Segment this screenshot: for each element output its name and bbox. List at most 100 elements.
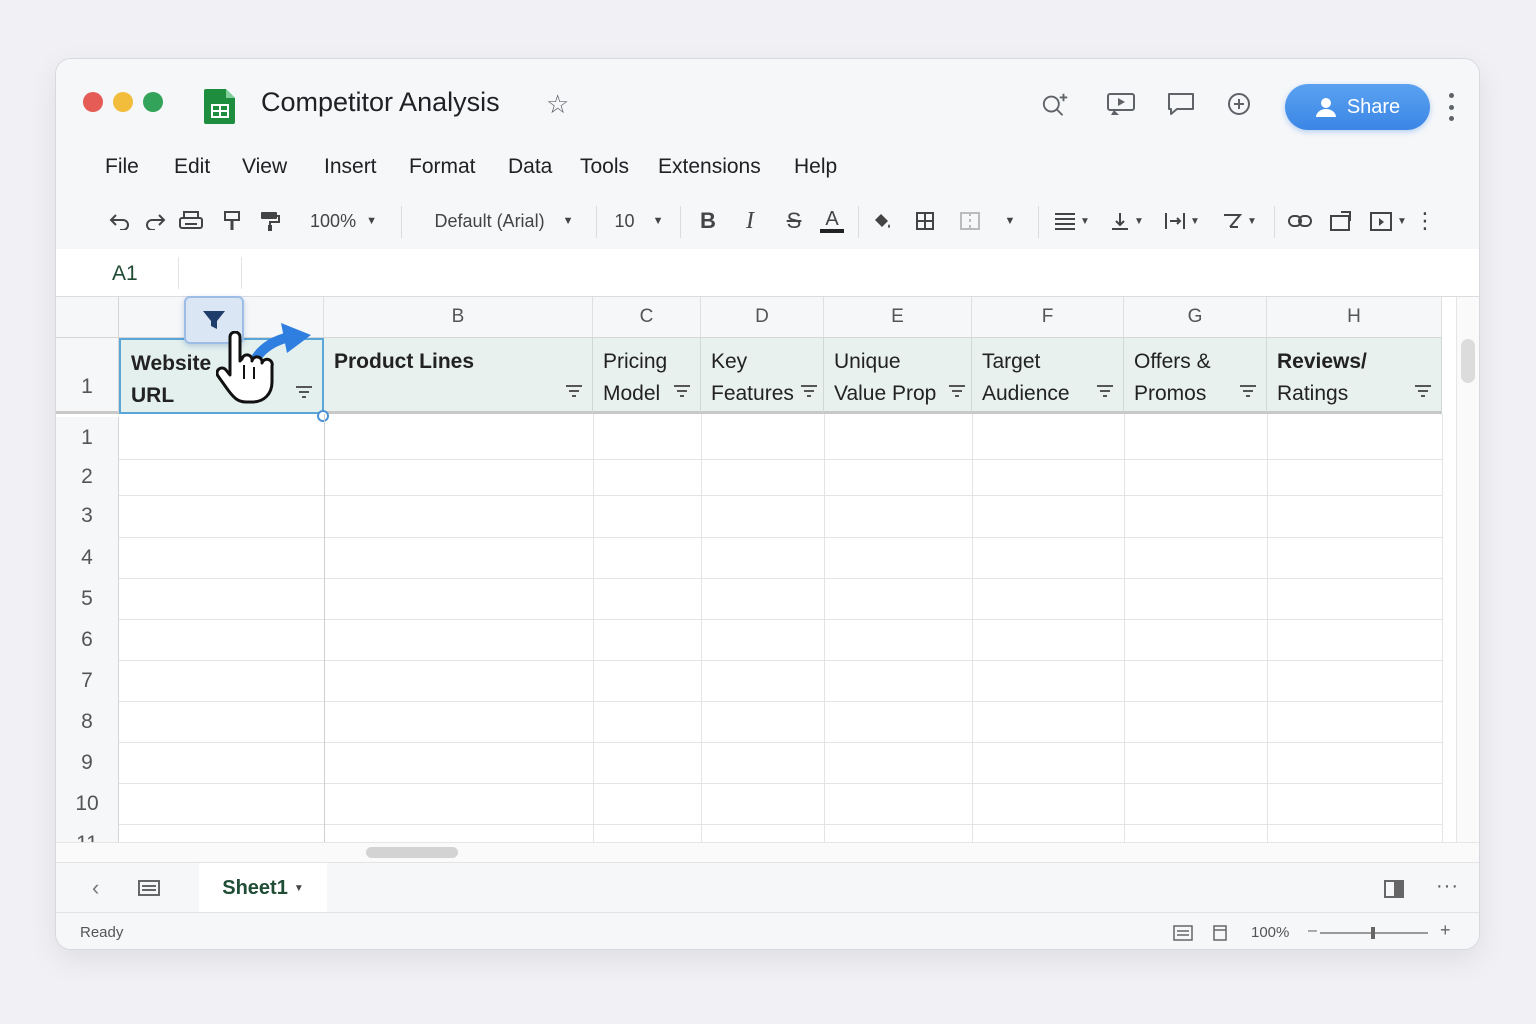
menu-extensions[interactable]: Extensions (658, 155, 761, 179)
header-cell-pricing-model[interactable]: Pricing Model (593, 338, 701, 414)
filter-icon[interactable] (672, 383, 692, 399)
more-options-icon[interactable]: ··· (1436, 875, 1459, 898)
comment-icon[interactable] (1166, 89, 1196, 119)
column-header-d[interactable]: D (701, 297, 824, 338)
font-family-select[interactable]: Default (Arial) ▼ (424, 206, 584, 236)
menu-file[interactable]: File (105, 155, 139, 179)
text-color-icon[interactable]: A (818, 206, 846, 236)
menu-bar: File Edit View Insert Format Data Tools … (56, 139, 1479, 194)
star-icon[interactable]: ☆ (546, 91, 569, 117)
document-title[interactable]: Competitor Analysis (261, 87, 500, 118)
vertical-scroll-thumb[interactable] (1461, 339, 1475, 383)
normal-view-icon[interactable] (1173, 925, 1193, 941)
row-header-header[interactable]: 1 (56, 338, 119, 414)
column-header-g[interactable]: G (1124, 297, 1267, 338)
more-toolbar-icon[interactable]: ⋮ (1414, 206, 1436, 236)
chevron-down-icon[interactable]: ▼ (1001, 206, 1019, 236)
row-header-8[interactable]: 8 (56, 701, 119, 742)
all-sheets-icon[interactable] (138, 880, 160, 896)
filter-icon[interactable] (799, 383, 819, 399)
name-box[interactable]: A1 (112, 262, 138, 286)
row-header-9[interactable]: 9 (56, 742, 119, 783)
menu-insert[interactable]: Insert (324, 155, 377, 179)
text-rotation-icon[interactable]: ▼ (1218, 206, 1260, 236)
grid-line (119, 459, 1442, 460)
format-roller-icon[interactable] (256, 206, 284, 236)
vertical-align-icon[interactable]: ▼ (1106, 206, 1148, 236)
search-icon[interactable] (1041, 89, 1071, 119)
text-wrap-icon[interactable]: ▼ (1161, 206, 1203, 236)
font-size-value: 10 (614, 210, 635, 231)
menu-help[interactable]: Help (794, 155, 837, 179)
row-header-6[interactable]: 6 (56, 619, 119, 660)
select-all-corner[interactable] (56, 297, 119, 338)
horizontal-scrollbar[interactable] (56, 842, 1479, 862)
present-icon[interactable] (1106, 89, 1136, 119)
font-size-select[interactable]: 10 ▼ (609, 206, 669, 236)
column-header-c[interactable]: C (593, 297, 701, 338)
header-cell-key-features[interactable]: Key Features (701, 338, 824, 414)
selection-resize-handle[interactable] (317, 410, 329, 422)
row-header-1[interactable]: 1 (56, 417, 119, 459)
header-cell-target-audience[interactable]: Target Audience (972, 338, 1124, 414)
merge-cells-icon[interactable] (956, 206, 984, 236)
filter-icon[interactable] (1238, 383, 1258, 399)
page-layout-icon[interactable] (1213, 925, 1227, 941)
print-icon[interactable] (176, 206, 206, 236)
redo-icon[interactable] (141, 206, 169, 236)
minimize-window-button[interactable] (113, 92, 133, 112)
zoom-select[interactable]: 100% ▼ (306, 206, 381, 236)
column-header-f[interactable]: F (972, 297, 1124, 338)
menu-view[interactable]: View (242, 155, 287, 179)
sheet-tab-sheet1[interactable]: Sheet1 ▼ (199, 863, 327, 913)
horizontal-scroll-thumb[interactable] (366, 847, 458, 858)
menu-tools[interactable]: Tools (580, 155, 629, 179)
undo-icon[interactable] (106, 206, 134, 236)
zoom-in-icon[interactable]: + (1440, 920, 1451, 941)
horizontal-align-icon[interactable]: ▼ (1051, 206, 1093, 236)
header-cell-unique-value-prop[interactable]: Unique Value Prop (824, 338, 972, 414)
column-header-h[interactable]: H (1267, 297, 1442, 338)
sheet-tab-bar: ‹ Sheet1 ▼ ··· (56, 862, 1479, 913)
row-header-11[interactable]: 11 (56, 824, 119, 842)
insert-chart-icon[interactable]: ▼ (1366, 206, 1410, 236)
insert-link-icon[interactable] (1285, 206, 1315, 236)
row-header-3[interactable]: 3 (56, 495, 119, 537)
share-button[interactable]: Share (1285, 84, 1430, 130)
row-header-5[interactable]: 5 (56, 578, 119, 619)
row-header-10[interactable]: 10 (56, 783, 119, 824)
row-header-7[interactable]: 7 (56, 660, 119, 701)
insert-comment-icon[interactable] (1326, 206, 1356, 236)
borders-icon[interactable] (911, 206, 939, 236)
header-cell-reviews-ratings[interactable]: Reviews/ Ratings (1267, 338, 1442, 414)
column-header-e[interactable]: E (824, 297, 972, 338)
header-cell-product-lines[interactable]: Product Lines (324, 338, 593, 414)
menu-data[interactable]: Data (508, 155, 552, 179)
bold-icon[interactable]: B (694, 206, 722, 236)
more-options-icon[interactable] (1441, 91, 1461, 123)
sheets-logo-icon[interactable] (203, 87, 237, 125)
zoom-slider-thumb[interactable] (1371, 927, 1375, 939)
header-cell-offers-promos[interactable]: Offers & Promos (1124, 338, 1267, 414)
close-window-button[interactable] (83, 92, 103, 112)
menu-edit[interactable]: Edit (174, 155, 210, 179)
paint-format-icon[interactable] (218, 206, 246, 236)
filter-icon[interactable] (564, 383, 584, 399)
filter-icon[interactable] (1413, 383, 1433, 399)
row-header-2[interactable]: 2 (56, 459, 119, 495)
italic-icon[interactable]: I (736, 206, 764, 236)
column-header-b[interactable]: B (324, 297, 593, 338)
filter-icon[interactable] (1095, 383, 1115, 399)
side-panel-icon[interactable] (1383, 879, 1405, 899)
grid-line (1267, 414, 1268, 842)
fill-color-icon[interactable] (868, 206, 896, 236)
zoom-slider[interactable] (1318, 925, 1430, 941)
row-header-4[interactable]: 4 (56, 537, 119, 578)
add-circle-icon[interactable] (1224, 89, 1254, 119)
chevron-left-icon[interactable]: ‹ (92, 875, 99, 901)
menu-format[interactable]: Format (409, 155, 476, 179)
zoom-out-icon[interactable]: – (1308, 922, 1317, 940)
strikethrough-icon[interactable]: S (780, 206, 808, 236)
filter-icon[interactable] (947, 383, 967, 399)
maximize-window-button[interactable] (143, 92, 163, 112)
